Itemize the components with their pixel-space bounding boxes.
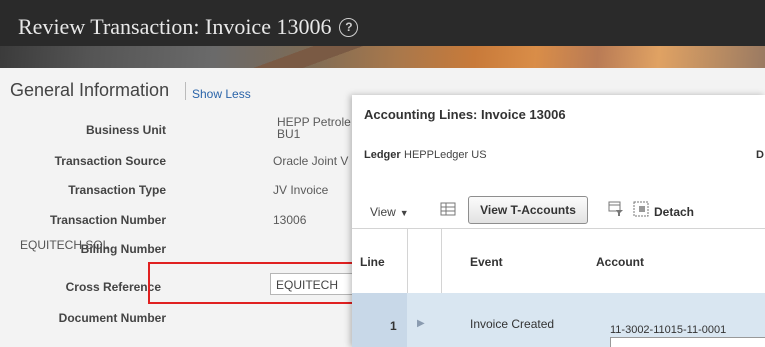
transaction-number-value: 13006 [273, 213, 307, 227]
ledger-value: HEPPLedger US [404, 149, 487, 161]
billing-number-label: Billing Number [80, 242, 166, 256]
column-header-expand-cell [407, 228, 442, 293]
detach-button[interactable]: Detach [654, 205, 694, 219]
transaction-type-value: JV Invoice [273, 183, 329, 197]
expand-row-icon[interactable]: ▶ [417, 318, 425, 329]
heading-divider [185, 82, 186, 100]
column-header-account[interactable]: Account [596, 255, 644, 269]
show-less-link[interactable]: Show Less [192, 87, 251, 101]
row-line-number: 1 [390, 319, 397, 333]
dialog-title: Accounting Lines: Invoice 13006 [364, 107, 566, 122]
transaction-type-label: Transaction Type [68, 183, 166, 197]
ledger-label: Ledger [364, 149, 401, 161]
view-t-accounts-button[interactable]: View T-Accounts [468, 196, 588, 224]
general-information-heading: General Information [10, 80, 170, 100]
row-event: Invoice Created [470, 317, 555, 331]
cross-reference-highlight [148, 262, 360, 304]
freeze-columns-icon[interactable] [440, 201, 456, 220]
transaction-number-label: Transaction Number [49, 213, 166, 227]
document-number-label: Document Number [58, 311, 166, 325]
business-unit-value-line2: BU1 [277, 127, 301, 141]
account-input[interactable] [610, 337, 765, 347]
decorative-banner [0, 46, 765, 68]
row-account: 11-3002-11015-11-0001 [610, 324, 727, 336]
view-menu[interactable]: View ▼ [370, 205, 409, 219]
transaction-source-value: Oracle Joint V [273, 154, 349, 168]
accounting-lines-dialog: Accounting Lines: Invoice 13006 Ledger H… [352, 95, 765, 347]
business-unit-label: Business Unit [85, 123, 166, 137]
question-circle-icon[interactable]: ? [339, 18, 359, 37]
table-row-line-cell [352, 293, 407, 347]
detach-icon[interactable] [633, 201, 649, 220]
column-header-event[interactable]: Event [470, 255, 503, 269]
page-title-text: Review Transaction: Invoice 13006 [18, 14, 332, 39]
page-title: Review Transaction: Invoice 13006? [18, 14, 359, 40]
view-menu-label: View [370, 205, 396, 219]
column-header-line[interactable]: Line [360, 255, 385, 269]
transaction-source-label: Transaction Source [54, 154, 166, 168]
cross-reference-label: Cross Reference [65, 280, 161, 294]
truncated-label: D [756, 149, 764, 161]
caret-down-icon: ▼ [399, 208, 409, 218]
query-by-example-icon[interactable] [608, 201, 624, 220]
